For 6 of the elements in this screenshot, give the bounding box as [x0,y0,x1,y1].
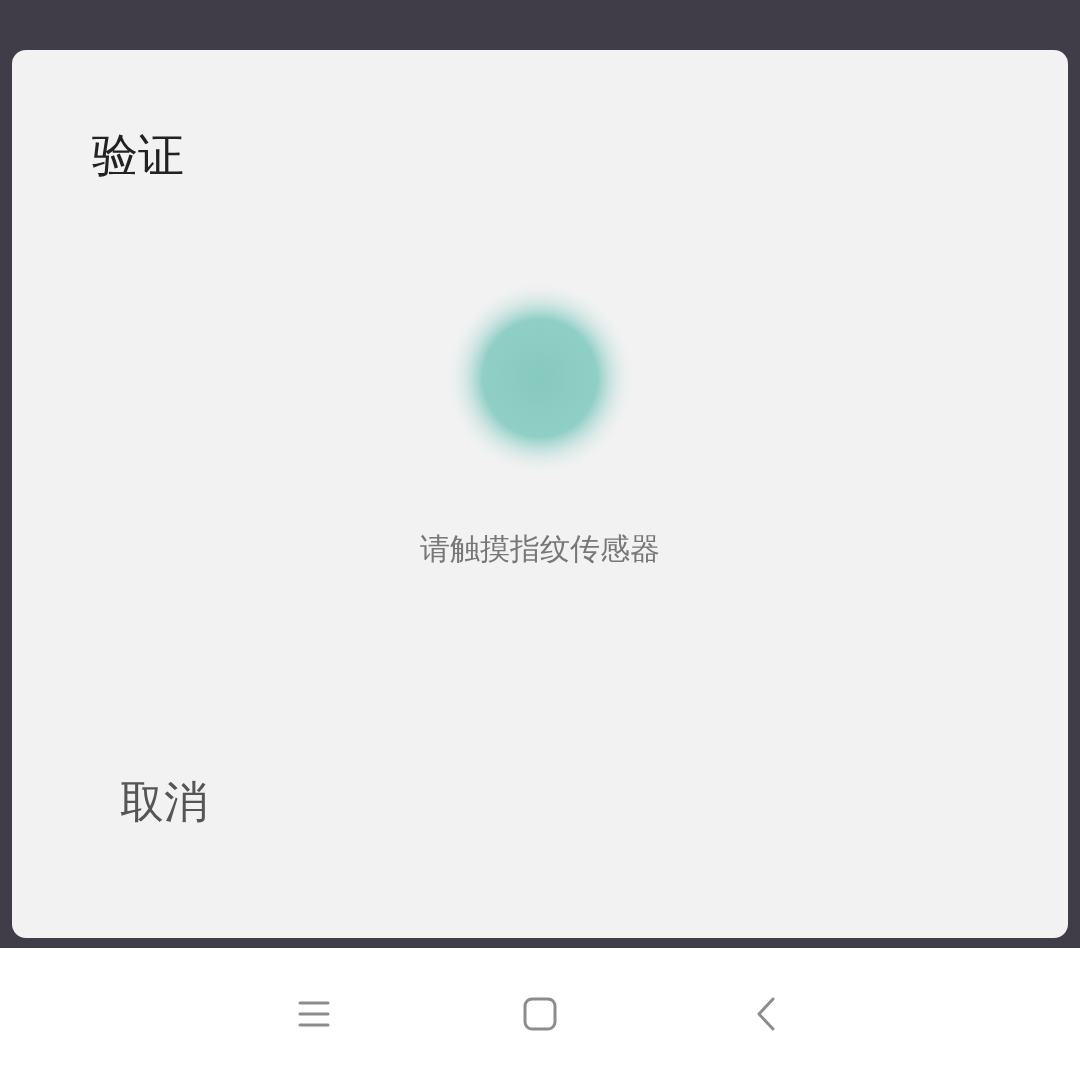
dialog-title: 验证 [92,132,184,178]
dialog-message: 请触摸指纹传感器 [420,534,660,564]
square-icon [523,997,557,1031]
back-icon [756,997,776,1031]
menu-icon [298,1000,330,1028]
cancel-button[interactable]: 取消 [112,774,216,830]
